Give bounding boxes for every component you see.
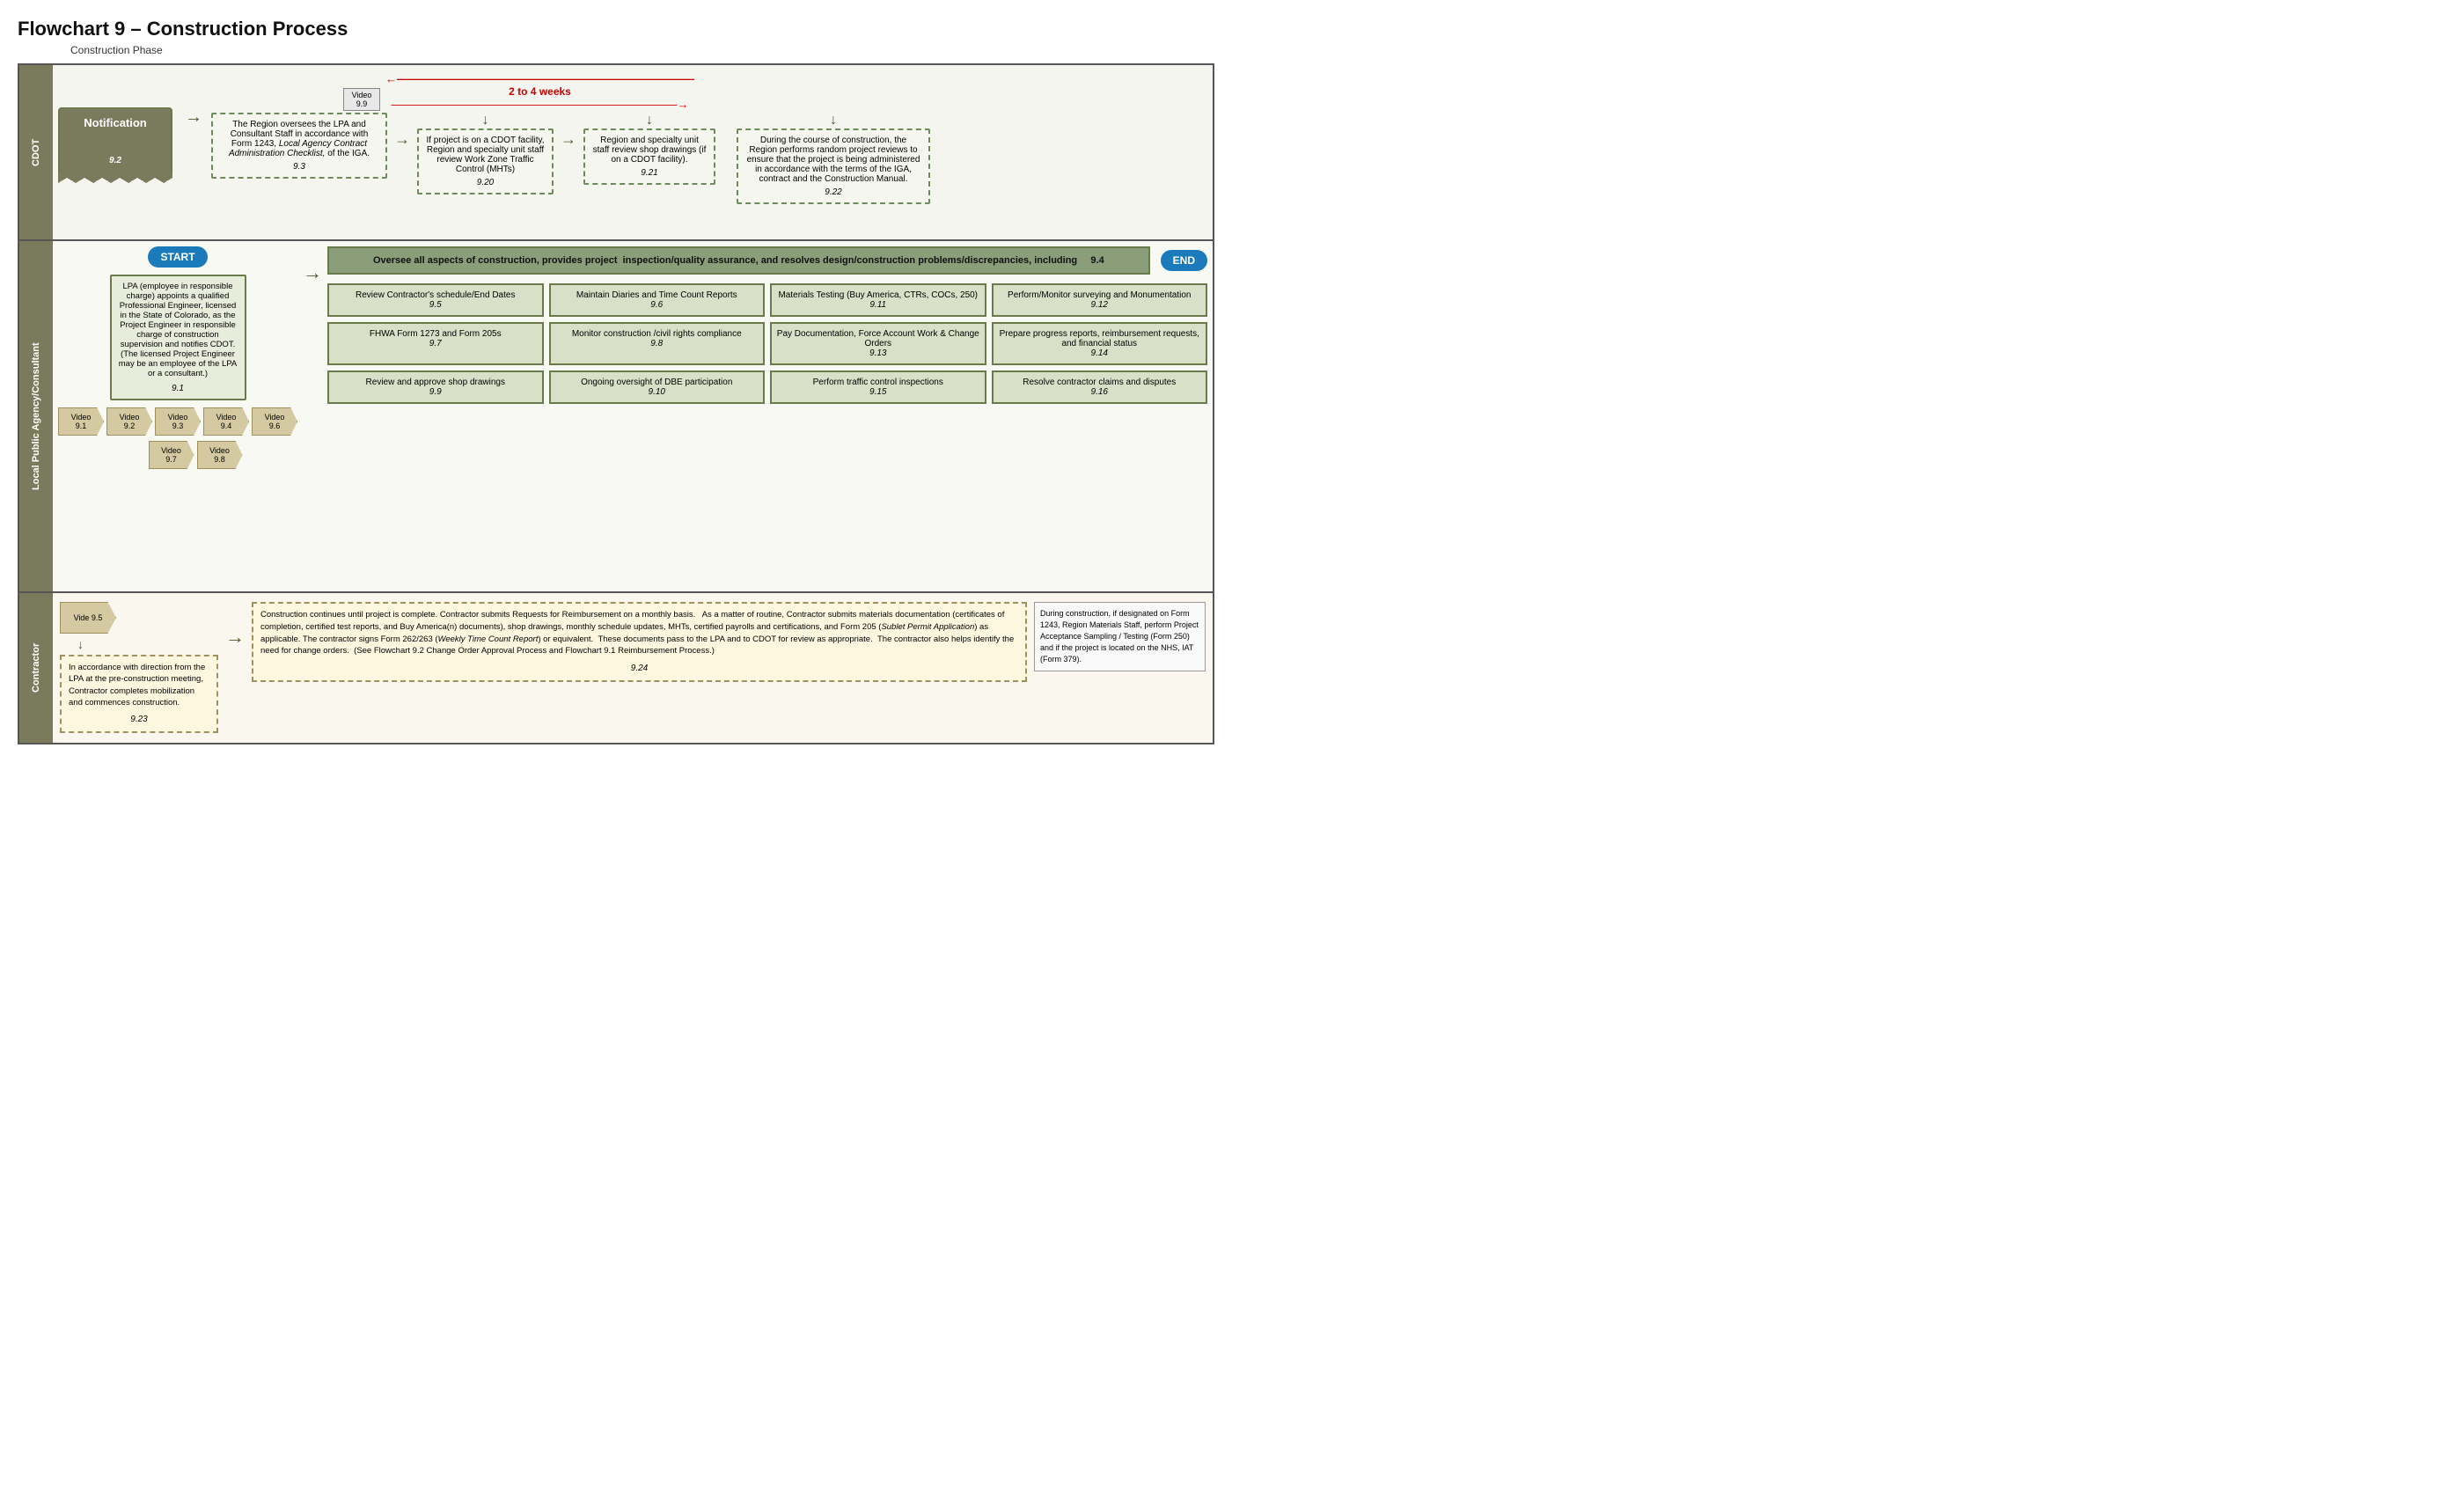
video-98: Video9.8 xyxy=(197,441,243,469)
cdot-93-number: 9.3 xyxy=(220,162,378,172)
task-915-text: Perform traffic control inspections xyxy=(775,378,981,387)
task-912-text: Perform/Monitor surveying and Monumentat… xyxy=(997,290,1203,300)
notification-number: 9.2 xyxy=(67,156,164,165)
weeks-label: ←—————————————————————————― xyxy=(385,72,694,85)
task-911: Materials Testing (Buy America, CTRs, CO… xyxy=(770,283,986,317)
lpa-content: START LPA (employee in responsible charg… xyxy=(53,241,1213,591)
page-title: Flowchart 9 – Construction Process xyxy=(18,18,1214,40)
task-grid: Review Contractor's schedule/End Dates 9… xyxy=(327,283,1207,404)
contractor-924-text: Construction continues until project is … xyxy=(260,609,1018,657)
task-910-text: Ongoing oversight of DBE participation xyxy=(554,378,760,387)
cdot-920-text: If project is on a CDOT facility, Region… xyxy=(426,136,545,174)
task-914-text: Prepare progress reports, reimbursement … xyxy=(997,329,1203,348)
flowchart: CDOT Notification 9.2 → Video9.9 xyxy=(18,63,1214,744)
lpa-91-text: LPA (employee in responsible charge) app… xyxy=(119,282,238,378)
contractor-content: Vide 9.5 ↓ In accordance with direction … xyxy=(53,593,1213,743)
contractor-note: During construction, if designated on Fo… xyxy=(1034,602,1206,671)
cdot-box-922: During the course of construction, the R… xyxy=(737,128,930,204)
cdot-row: CDOT Notification 9.2 → Video9.9 xyxy=(19,65,1213,241)
video-99-tag: Video9.9 xyxy=(343,88,380,111)
task-916-num: 9.16 xyxy=(997,387,1203,397)
contractor-row: Contractor Vide 9.5 ↓ In accordance with… xyxy=(19,593,1213,743)
vide-95-tag: Vide 9.5 xyxy=(60,602,116,634)
task-99-text: Review and approve shop drawings xyxy=(333,378,539,387)
cdot-box-921: Region and specialty unit staff review s… xyxy=(583,128,715,185)
task-97-num: 9.7 xyxy=(333,339,539,348)
cdot-921-text: Region and specialty unit staff review s… xyxy=(592,136,707,165)
task-910-num: 9.10 xyxy=(554,387,760,397)
task-96-text: Maintain Diaries and Time Count Reports xyxy=(554,290,760,300)
task-912: Perform/Monitor surveying and Monumentat… xyxy=(992,283,1208,317)
task-98-num: 9.8 xyxy=(554,339,760,348)
task-916: Resolve contractor claims and disputes 9… xyxy=(992,370,1208,404)
notification-box: Notification 9.2 xyxy=(58,107,172,174)
cdot-921-number: 9.21 xyxy=(592,168,707,178)
task-97: FHWA Form 1273 and Form 205s 9.7 xyxy=(327,322,544,365)
task-916-text: Resolve contractor claims and disputes xyxy=(997,378,1203,387)
cdot-922-number: 9.22 xyxy=(745,187,921,197)
oversee-bar: Oversee all aspects of construction, pro… xyxy=(327,246,1150,275)
task-914-num: 9.14 xyxy=(997,348,1203,358)
task-95-num: 9.5 xyxy=(333,300,539,310)
contractor-924-number: 9.24 xyxy=(260,663,1018,675)
video-93: Video9.3 xyxy=(155,407,201,436)
task-915: Perform traffic control inspections 9.15 xyxy=(770,370,986,404)
video-94: Video9.4 xyxy=(203,407,249,436)
task-910: Ongoing oversight of DBE participation 9… xyxy=(549,370,766,404)
task-95-text: Review Contractor's schedule/End Dates xyxy=(333,290,539,300)
lpa-label: Local Public Agency/Consultant xyxy=(19,241,53,591)
task-99-num: 9.9 xyxy=(333,387,539,397)
contractor-923-number: 9.23 xyxy=(69,714,209,726)
cdot-93-text: The Region oversees the LPA and Consulta… xyxy=(220,120,378,158)
lpa-box-91: LPA (employee in responsible charge) app… xyxy=(110,275,246,400)
task-914: Prepare progress reports, reimbursement … xyxy=(992,322,1208,365)
cdot-box-93: The Region oversees the LPA and Consulta… xyxy=(211,113,387,179)
cdot-box-920: If project is on a CDOT facility, Region… xyxy=(417,128,554,194)
task-99: Review and approve shop drawings 9.9 xyxy=(327,370,544,404)
video-91: Video9.1 xyxy=(58,407,104,436)
task-96-num: 9.6 xyxy=(554,300,760,310)
contractor-box-924: Construction continues until project is … xyxy=(252,602,1027,682)
task-97-text: FHWA Form 1273 and Form 205s xyxy=(333,329,539,339)
video-92: Video9.2 xyxy=(106,407,152,436)
contractor-923-text: In accordance with direction from the LP… xyxy=(69,662,209,708)
end-button[interactable]: END xyxy=(1161,250,1207,271)
task-911-num: 9.11 xyxy=(775,300,981,310)
cdot-920-number: 9.20 xyxy=(426,178,545,187)
task-915-num: 9.15 xyxy=(775,387,981,397)
video-96: Video9.6 xyxy=(252,407,297,436)
task-95: Review Contractor's schedule/End Dates 9… xyxy=(327,283,544,317)
cdot-content: Notification 9.2 → Video9.9 ←———————————… xyxy=(53,65,1213,239)
lpa-91-number: 9.1 xyxy=(119,384,238,393)
lpa-row: Local Public Agency/Consultant START LPA… xyxy=(19,241,1213,593)
task-913-num: 9.13 xyxy=(775,348,981,358)
task-913-text: Pay Documentation, Force Account Work & … xyxy=(775,329,981,348)
notification-title: Notification xyxy=(67,116,164,129)
oversee-text: Oversee all aspects of construction, pro… xyxy=(373,255,1104,266)
weeks-text: 2 to 4 weeks xyxy=(509,85,571,98)
cdot-label: CDOT xyxy=(19,65,53,239)
task-98: Monitor construction /civil rights compl… xyxy=(549,322,766,365)
contractor-note-text: During construction, if designated on Fo… xyxy=(1040,608,1199,665)
contractor-box-923: In accordance with direction from the LP… xyxy=(60,655,218,733)
cdot-922-text: During the course of construction, the R… xyxy=(745,136,921,184)
contractor-label: Contractor xyxy=(19,593,53,743)
task-96: Maintain Diaries and Time Count Reports … xyxy=(549,283,766,317)
vide-95-label: Vide 9.5 xyxy=(74,613,103,622)
task-98-text: Monitor construction /civil rights compl… xyxy=(554,329,760,339)
video-97: Video9.7 xyxy=(149,441,194,469)
phase-label: Construction Phase xyxy=(18,44,1214,56)
task-911-text: Materials Testing (Buy America, CTRs, CO… xyxy=(775,290,981,300)
task-912-num: 9.12 xyxy=(997,300,1203,310)
start-button[interactable]: START xyxy=(148,246,207,268)
task-913: Pay Documentation, Force Account Work & … xyxy=(770,322,986,365)
